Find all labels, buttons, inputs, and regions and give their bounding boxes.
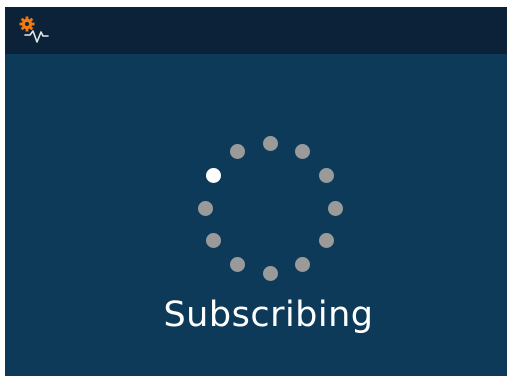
spinner-dot xyxy=(197,200,213,216)
settings-activity-icon[interactable] xyxy=(18,15,50,45)
spinner-dot xyxy=(295,256,310,272)
loading-spinner xyxy=(195,133,345,283)
spinner-dot xyxy=(230,256,245,272)
spinner-dot xyxy=(206,233,222,248)
spinner-dot xyxy=(262,135,278,151)
spinner-dot xyxy=(327,200,343,216)
spinner-dot xyxy=(295,144,310,160)
spinner-dot xyxy=(230,144,245,160)
app-window: Subscribing xyxy=(5,7,507,376)
spinner-dot xyxy=(206,168,222,183)
spinner-dot xyxy=(318,233,334,248)
spinner-dot xyxy=(318,168,334,183)
status-text: Subscribing xyxy=(163,295,374,335)
top-bar xyxy=(5,7,507,54)
spinner-dot xyxy=(262,265,278,281)
